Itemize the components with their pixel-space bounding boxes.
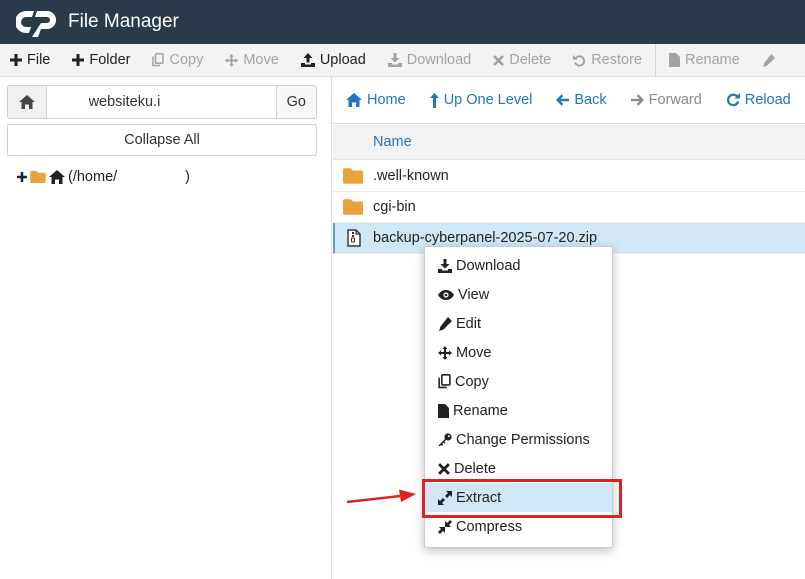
file-name: cgi-bin [373, 199, 416, 215]
red-arrow-icon [346, 489, 416, 504]
home-icon [49, 170, 65, 184]
restore-label: Restore [591, 52, 642, 68]
reload-label: Reload [744, 92, 791, 108]
upload-label: Upload [319, 52, 366, 68]
download-label: Download [406, 52, 472, 68]
ctx-change-permissions-label: Change Permissions [456, 431, 590, 448]
ctx-delete-label: Delete [454, 460, 496, 477]
edit-button[interactable] [751, 44, 791, 76]
delete-button[interactable]: Delete [482, 44, 562, 76]
cpanel-logo [16, 6, 62, 38]
compress-icon [438, 519, 452, 534]
move-label: Move [243, 52, 279, 68]
home-button[interactable]: Home [333, 77, 418, 124]
ctx-download-label: Download [456, 257, 521, 274]
tree-root-label: (/home/ [68, 169, 118, 185]
file-row[interactable]: cgi-bin [333, 192, 805, 223]
ctx-copy-label: Copy [455, 373, 489, 390]
toolbar: File Folder Copy Move Upload Download De… [0, 44, 805, 77]
file-row[interactable]: .well-known [333, 161, 805, 192]
folder-icon [333, 199, 373, 215]
new-file-button[interactable]: File [0, 44, 61, 76]
upload-icon [300, 53, 315, 67]
ctx-download[interactable]: Download [425, 251, 612, 280]
back-label: Back [574, 92, 607, 108]
reload-button[interactable]: Reload [714, 77, 803, 124]
download-button[interactable]: Download [377, 44, 483, 76]
undo-icon [573, 54, 586, 67]
home-label: Home [367, 92, 406, 108]
tree-root-suffix: ) [185, 169, 191, 185]
ctx-move-label: Move [456, 344, 492, 361]
ctx-view-label: View [458, 286, 490, 303]
level-up-icon [429, 92, 439, 108]
arrow-left-icon [556, 94, 570, 106]
copy-button[interactable]: Copy [141, 44, 214, 76]
arrow-right-icon [630, 94, 644, 106]
ctx-move[interactable]: Move [425, 338, 612, 367]
reload-icon [726, 93, 740, 107]
forward-label: Forward [648, 92, 702, 108]
up-one-level-label: Up One Level [443, 92, 533, 108]
toolbar-separator [654, 44, 656, 76]
path-home-button[interactable] [8, 86, 47, 118]
file-name: backup-cyberpanel-2025-07-20.zip [373, 230, 598, 246]
new-folder-label: Folder [89, 52, 131, 68]
ctx-change-permissions[interactable]: Change Permissions [425, 425, 612, 454]
zip-file-icon [335, 229, 373, 247]
upload-button[interactable]: Upload [290, 44, 377, 76]
file-icon [668, 53, 680, 67]
new-file-label: File [27, 52, 51, 68]
rename-button[interactable]: Rename [658, 44, 751, 76]
back-button[interactable]: Back [544, 77, 618, 124]
pencil-icon [439, 316, 452, 331]
ctx-rename[interactable]: Rename [425, 396, 612, 425]
plus-icon[interactable] [17, 172, 27, 182]
go-button[interactable]: Go [275, 86, 316, 118]
collapse-all-button[interactable]: Collapse All [7, 124, 317, 156]
directory-tree-panel: Go Collapse All (/home/ ) [0, 77, 332, 579]
ctx-edit-label: Edit [456, 315, 481, 332]
highlight-box [422, 479, 622, 518]
eye-icon [438, 289, 454, 300]
ctx-edit[interactable]: Edit [425, 309, 612, 338]
download-icon [438, 258, 452, 273]
delete-label: Delete [509, 52, 552, 68]
x-icon [493, 54, 505, 66]
pencil-icon [762, 53, 775, 67]
copy-icon [152, 53, 165, 67]
ctx-copy[interactable]: Copy [425, 367, 612, 396]
download-icon [387, 53, 402, 67]
up-one-level-button[interactable]: Up One Level [418, 77, 545, 124]
app-title: File Manager [68, 11, 179, 32]
path-input[interactable] [46, 86, 276, 118]
rename-label: Rename [684, 52, 740, 68]
path-bar: Go [7, 85, 317, 119]
app-header: File Manager [0, 0, 805, 44]
move-button[interactable]: Move [214, 44, 289, 76]
home-icon [18, 95, 35, 109]
plus-icon [72, 54, 85, 66]
navigation-bar: Home Up One Level Back Forward Reload [333, 77, 805, 124]
restore-button[interactable]: Restore [562, 44, 653, 76]
ctx-compress-label: Compress [456, 518, 523, 535]
ctx-view[interactable]: View [425, 280, 612, 309]
new-folder-button[interactable]: Folder [61, 44, 141, 76]
folder-icon [333, 168, 373, 184]
plus-icon [10, 54, 22, 66]
file-name: .well-known [373, 168, 449, 184]
move-icon [438, 345, 452, 360]
copy-label: Copy [169, 52, 204, 68]
ctx-rename-label: Rename [453, 402, 508, 419]
folder-icon [30, 171, 46, 183]
tree-root-item[interactable]: (/home/ ) [17, 169, 193, 185]
copy-icon [438, 374, 451, 389]
name-column-header[interactable]: Name [333, 125, 805, 160]
key-icon [438, 432, 452, 446]
file-icon [438, 403, 449, 418]
move-icon [225, 53, 239, 67]
x-icon [438, 462, 450, 475]
home-icon [346, 93, 362, 107]
forward-button[interactable]: Forward [619, 77, 714, 124]
